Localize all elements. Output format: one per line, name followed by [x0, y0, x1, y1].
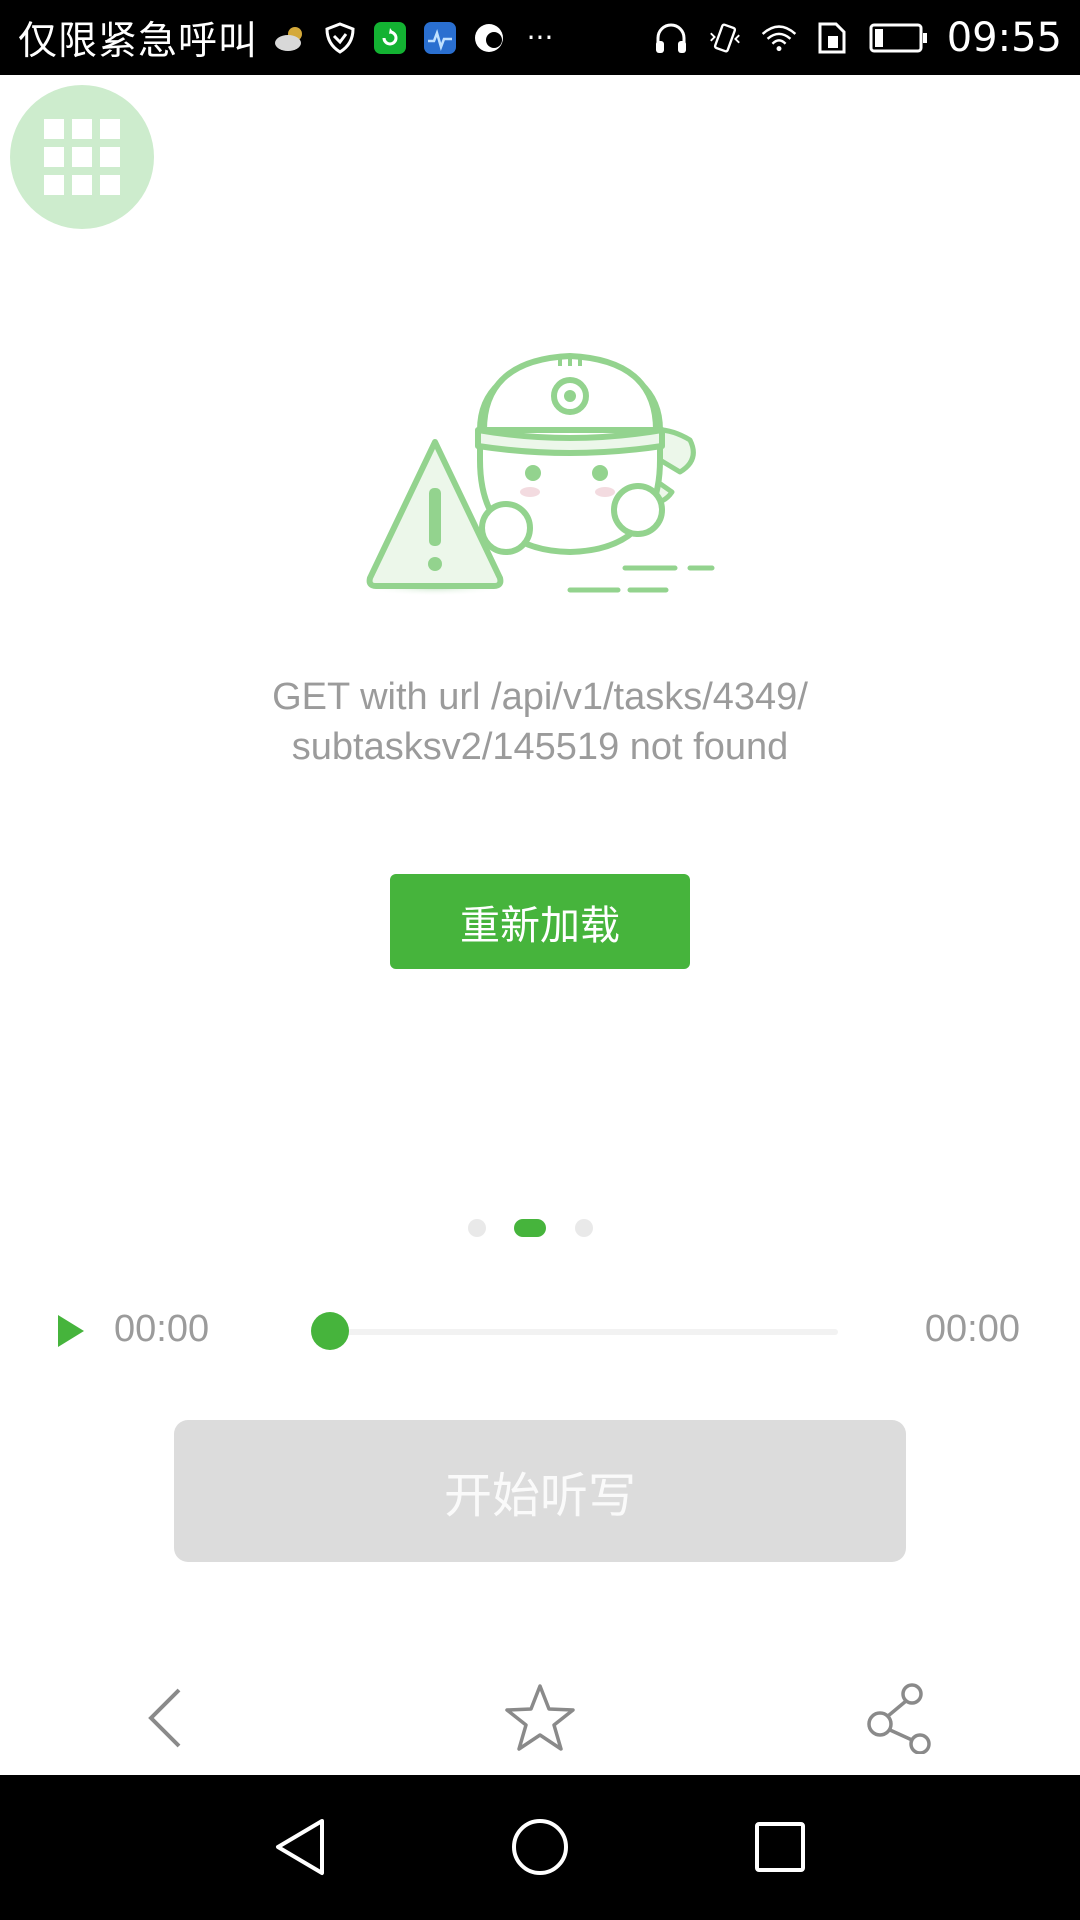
circle-home-icon [512, 1819, 568, 1875]
status-time: 09:55 [946, 14, 1062, 61]
play-icon [58, 1315, 84, 1347]
current-time: 00:00 [114, 1308, 210, 1350]
total-time: 00:00 [924, 1308, 1020, 1350]
error-message-line-2: subtasksv2/145519 not found [291, 726, 789, 768]
page-indicator [0, 1215, 1080, 1239]
status-bar: 仅限紧急呼叫 ··· 09:55 [0, 0, 1080, 75]
square-recents-icon [755, 1822, 805, 1872]
start-dictation-button[interactable]: 开始听写 [174, 1420, 906, 1562]
browser-icon [472, 20, 508, 56]
robot-warning-illustration [360, 350, 720, 610]
grid-icon [44, 119, 120, 195]
star-icon [505, 1683, 575, 1751]
progress-track[interactable] [330, 1329, 838, 1335]
carrier-text: 仅限紧急呼叫 [18, 18, 259, 64]
health-app-icon [422, 20, 458, 56]
progress-thumb[interactable] [311, 1312, 349, 1350]
share-icon [867, 1682, 931, 1754]
triangle-back-icon [276, 1819, 324, 1875]
share-button[interactable] [840, 1660, 960, 1775]
nav-home-button[interactable] [485, 1797, 595, 1897]
back-button[interactable] [105, 1660, 225, 1775]
refresh-app-icon [372, 20, 408, 56]
system-navigation-bar [0, 1775, 1080, 1920]
nav-recents-button[interactable] [725, 1797, 835, 1897]
error-message: GET with url /api/v1/tasks/4349/ subtask… [150, 672, 930, 772]
wifi-icon [761, 20, 797, 56]
page-dot[interactable] [575, 1219, 593, 1237]
nav-back-button[interactable] [245, 1797, 355, 1897]
weather-icon [272, 20, 308, 56]
page-dot-active[interactable] [514, 1219, 546, 1237]
favorite-button[interactable] [480, 1660, 600, 1775]
vibrate-icon [707, 20, 743, 56]
bottom-toolbar [0, 1660, 1080, 1775]
play-button[interactable] [56, 1313, 86, 1349]
sim-icon [815, 20, 851, 56]
reload-button[interactable]: 重新加载 [390, 874, 690, 969]
grid-menu-button[interactable] [10, 85, 154, 229]
page-dot[interactable] [468, 1219, 486, 1237]
battery-icon [869, 20, 929, 56]
headphones-icon [653, 20, 689, 56]
error-message-line-1: GET with url /api/v1/tasks/4349/ [272, 676, 808, 718]
shield-icon [322, 20, 358, 56]
audio-player: 00:00 00:00 [0, 1300, 1080, 1370]
chevron-left-icon [148, 1688, 181, 1747]
more-dots-icon: ··· [526, 21, 554, 54]
